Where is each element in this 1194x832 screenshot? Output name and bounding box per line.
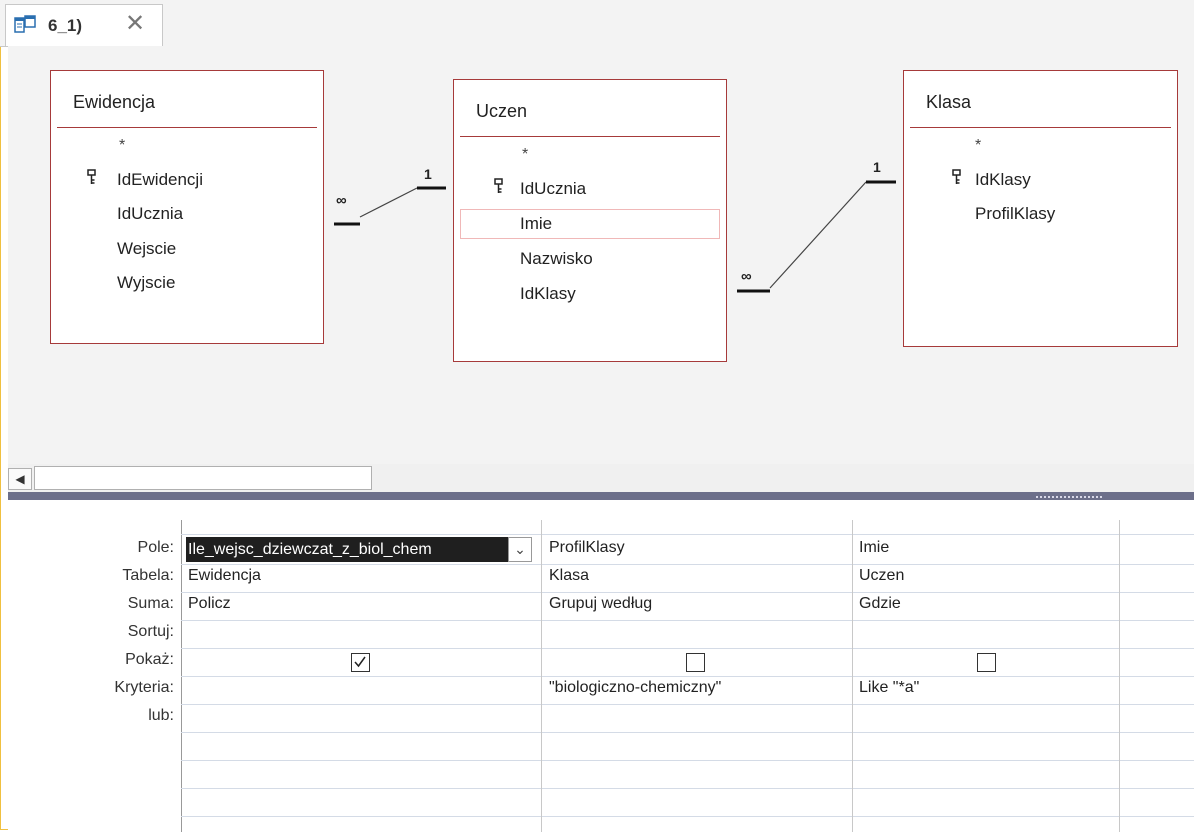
table-ewidencja[interactable]: Ewidencja * IdEwidencji IdUcznia Wejscie…: [50, 70, 324, 344]
field-item[interactable]: Imie: [520, 214, 552, 234]
show-checkbox[interactable]: [351, 653, 370, 672]
row-label-lub: lub:: [148, 707, 174, 724]
table-title: Klasa: [926, 92, 972, 112]
relation-one-label: 1: [424, 166, 432, 182]
grid-line: [181, 788, 1194, 789]
column-divider[interactable]: [852, 520, 853, 832]
row-label-suma: Suma:: [127, 595, 174, 612]
row-label-kryteria: Kryteria:: [114, 679, 174, 696]
tabela-cell[interactable]: Ewidencja: [188, 567, 261, 585]
suma-cell[interactable]: Gdzie: [859, 595, 901, 613]
pole-cell[interactable]: ProfilKlasy: [549, 539, 625, 557]
title-divider: [460, 136, 720, 137]
tabela-cell[interactable]: Klasa: [549, 567, 589, 585]
grid-line: [181, 676, 1194, 677]
field-item[interactable]: Nazwisko: [520, 249, 593, 269]
primary-key-icon: [87, 169, 97, 189]
relation-many-label: ∞: [336, 192, 347, 209]
grid-line: [181, 816, 1194, 817]
suma-cell[interactable]: Policz: [188, 595, 231, 613]
field-item[interactable]: IdKlasy: [975, 170, 1031, 190]
row-label-tabela: Tabela:: [122, 567, 174, 584]
relation-one-label: 1: [873, 159, 881, 175]
grid-line: [181, 592, 1194, 593]
relation-many-label: ∞: [741, 268, 752, 285]
field-item[interactable]: Wejscie: [117, 239, 176, 259]
field-item[interactable]: IdEwidencji: [117, 170, 203, 190]
table-title: Uczen: [476, 101, 528, 121]
field-item[interactable]: IdKlasy: [520, 284, 576, 304]
primary-key-icon: [494, 178, 504, 198]
grid-line: [181, 564, 1194, 565]
field-item[interactable]: IdUcznia: [117, 204, 183, 224]
column-divider[interactable]: [541, 520, 542, 832]
table-klasa[interactable]: Klasa * IdKlasy ProfilKlasy: [903, 70, 1178, 347]
pole-cell[interactable]: Imie: [859, 539, 889, 557]
scroll-left-icon[interactable]: ◀: [8, 468, 32, 490]
grid-line: [181, 732, 1194, 733]
pole-field-selected[interactable]: Ile_wejsc_dziewczat_z_biol_chem: [186, 537, 508, 562]
all-fields-star[interactable]: *: [522, 146, 528, 164]
title-divider: [57, 127, 317, 128]
all-fields-star[interactable]: *: [975, 137, 981, 155]
show-checkbox[interactable]: [977, 653, 996, 672]
chevron-down-icon[interactable]: ⌄: [508, 537, 532, 562]
horizontal-scrollbar[interactable]: ◀: [8, 464, 1194, 492]
row-label-pole: Pole:: [137, 539, 174, 556]
scroll-thumb[interactable]: [34, 466, 372, 490]
pane-splitter[interactable]: [8, 492, 1194, 500]
kryteria-cell[interactable]: Like "*a": [859, 679, 919, 697]
grid-line: [181, 534, 1194, 535]
kryteria-cell[interactable]: "biologiczno-chemiczny": [549, 679, 721, 697]
row-label-sortuj: Sortuj:: [127, 623, 174, 640]
grid-line: [181, 704, 1194, 705]
grid-line: [181, 620, 1194, 621]
field-item[interactable]: Wyjscie: [117, 273, 175, 293]
all-fields-star[interactable]: *: [119, 137, 125, 155]
show-checkbox[interactable]: [686, 653, 705, 672]
grid-line: [181, 648, 1194, 649]
field-selection: [460, 209, 720, 239]
table-uczen[interactable]: Uczen * IdUcznia Imie Nazwisko IdKlasy: [453, 79, 727, 362]
field-item[interactable]: ProfilKlasy: [975, 204, 1055, 224]
field-item[interactable]: IdUcznia: [520, 179, 586, 199]
column-divider[interactable]: [1119, 520, 1120, 832]
primary-key-icon: [952, 169, 962, 189]
row-label-pokaz: Pokaż:: [125, 651, 174, 668]
title-divider: [910, 127, 1171, 128]
table-title: Ewidencja: [73, 92, 156, 112]
suma-cell[interactable]: Grupuj według: [549, 595, 652, 613]
tabela-cell[interactable]: Uczen: [859, 567, 904, 585]
grid-line: [181, 760, 1194, 761]
